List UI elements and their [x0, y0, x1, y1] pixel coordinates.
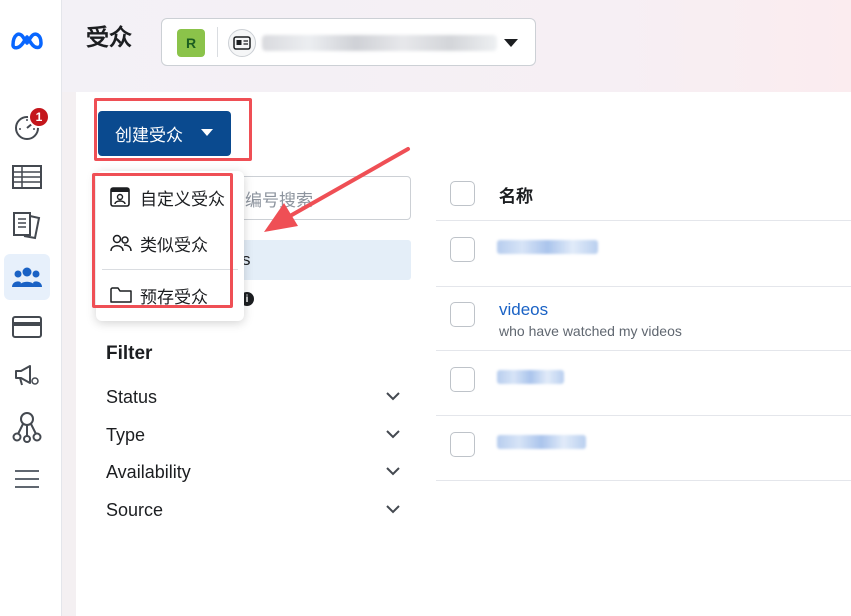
row-divider: [436, 220, 851, 221]
document-stack-icon: [13, 212, 41, 240]
chevron-down-icon: [504, 39, 518, 47]
chevron-down-icon: [386, 467, 400, 476]
table-icon: [12, 165, 42, 189]
row-checkbox[interactable]: [450, 237, 475, 262]
table-grid-icon[interactable]: [4, 154, 50, 200]
audiences-nav-icon[interactable]: [4, 254, 50, 300]
megaphone-icon: [15, 365, 39, 386]
filter-title: Filter: [106, 343, 153, 364]
billing-card-icon[interactable]: [4, 304, 50, 350]
create-audience-label: 创建受众: [115, 126, 183, 145]
audience-description: who have watched my videos: [499, 323, 682, 339]
search-placeholder: 编号搜索: [245, 190, 313, 210]
menu-item-custom-audience[interactable]: 自定义受众: [96, 175, 244, 219]
people-group-icon: [12, 267, 42, 287]
filter-type[interactable]: Type: [106, 425, 406, 451]
meta-logo-icon[interactable]: [4, 16, 50, 62]
pages-icon[interactable]: [4, 202, 50, 248]
row-divider: [436, 350, 851, 351]
page-title: 受众: [86, 24, 132, 50]
account-divider: [217, 27, 218, 57]
filter-label: Availability: [106, 462, 191, 482]
select-all-checkbox[interactable]: [450, 181, 475, 206]
caret-down-icon: [201, 129, 213, 136]
create-audience-button[interactable]: 创建受众: [98, 111, 231, 156]
ad-account-icon: [228, 29, 256, 57]
filter-status[interactable]: Status: [106, 387, 406, 413]
audience-name-redacted[interactable]: [497, 240, 598, 254]
audience-name-link[interactable]: videos: [499, 300, 548, 320]
menu-item-label: 预存受众: [140, 287, 208, 307]
account-initial-badge: R: [177, 29, 205, 57]
row-checkbox[interactable]: [450, 432, 475, 457]
id-card-icon: [233, 36, 251, 50]
audience-name-redacted[interactable]: [497, 370, 564, 384]
ad-account-selector[interactable]: R: [161, 18, 536, 66]
row-checkbox[interactable]: [450, 302, 475, 327]
chevron-down-icon: [386, 430, 400, 439]
custom-audience-icon: [110, 187, 132, 207]
row-divider: [436, 415, 851, 416]
menu-hamburger-icon[interactable]: [4, 456, 50, 502]
column-header-name: 名称: [499, 187, 533, 206]
chevron-down-icon: [386, 392, 400, 401]
notification-badge: 1: [28, 106, 50, 128]
folder-icon: [110, 286, 132, 304]
left-nav-rail: 1: [0, 0, 62, 616]
lookalike-audience-icon: [110, 234, 132, 252]
credit-card-icon: [12, 316, 42, 338]
network-nodes-icon: [12, 412, 42, 443]
row-checkbox[interactable]: [450, 367, 475, 392]
search-input[interactable]: 编号搜索: [230, 176, 411, 220]
filter-source[interactable]: Source: [106, 500, 406, 526]
filter-label: Source: [106, 500, 164, 520]
filter-label: Type: [106, 425, 146, 445]
meta-logo-icon: [11, 32, 43, 50]
campaign-megaphone-icon[interactable]: [4, 352, 50, 398]
filter-label: Status: [106, 387, 158, 407]
menu-item-label: 自定义受众: [140, 189, 225, 209]
row-divider: [436, 480, 851, 481]
chevron-down-icon: [386, 505, 400, 514]
hamburger-icon: [15, 470, 39, 488]
menu-divider: [102, 269, 238, 270]
menu-item-label: 类似受众: [140, 235, 208, 255]
menu-item-saved-audience[interactable]: 预存受众: [96, 273, 244, 317]
menu-item-lookalike-audience[interactable]: 类似受众: [96, 221, 244, 265]
row-divider: [436, 286, 851, 287]
account-name-redacted: [262, 35, 497, 51]
filter-availability[interactable]: Availability: [106, 462, 406, 488]
events-network-icon[interactable]: [4, 404, 50, 450]
audience-name-redacted[interactable]: [497, 435, 586, 449]
audience-list-item-selected[interactable]: s: [230, 240, 411, 280]
create-audience-dropdown: 自定义受众 类似受众 预存受众: [96, 171, 244, 321]
